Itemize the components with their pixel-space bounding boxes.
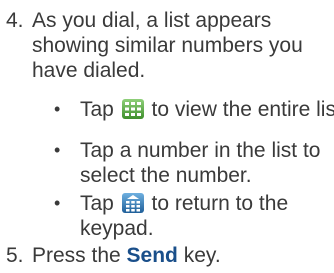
manual-page: 4. As you dial, a list appears showing s…: [0, 0, 334, 273]
bullet-text-before: Tap: [80, 98, 120, 121]
bullet-dot: •: [54, 193, 61, 213]
bullet-line-1: Tap a number in the list to: [80, 139, 321, 162]
bullet-dot: •: [54, 140, 61, 160]
step-5-text: Press the Send key.: [32, 243, 332, 268]
step-number: 4.: [6, 9, 24, 32]
bullet-text-after: to return to the: [145, 192, 289, 215]
step-number: 5.: [6, 244, 24, 267]
bullet-text: Tap: [80, 191, 330, 241]
step-4-line-1: As you dial, a list appears: [32, 9, 272, 32]
step-5-text-after: key.: [177, 244, 221, 267]
bullet-text-after: to view the entire list.: [145, 98, 334, 121]
bullet-text: Tap: [80, 97, 334, 122]
bullet-text-before: Tap: [80, 192, 120, 215]
bullet-dot: •: [54, 99, 61, 119]
bullet-text: Tap a number in the list to select the n…: [80, 138, 330, 188]
bullet-line-2: keypad.: [80, 217, 154, 240]
step-4-text: As you dial, a list appears showing simi…: [32, 8, 332, 83]
step-4-line-2: showing similar numbers you: [32, 34, 303, 57]
list-grid-icon: [121, 99, 144, 119]
step-5-text-before: Press the: [32, 244, 127, 267]
bullet-line-2: select the number.: [80, 164, 252, 187]
send-key-label: Send: [126, 244, 178, 267]
step-4-line-3: have dialed.: [32, 59, 146, 82]
keypad-icon: [121, 193, 144, 213]
